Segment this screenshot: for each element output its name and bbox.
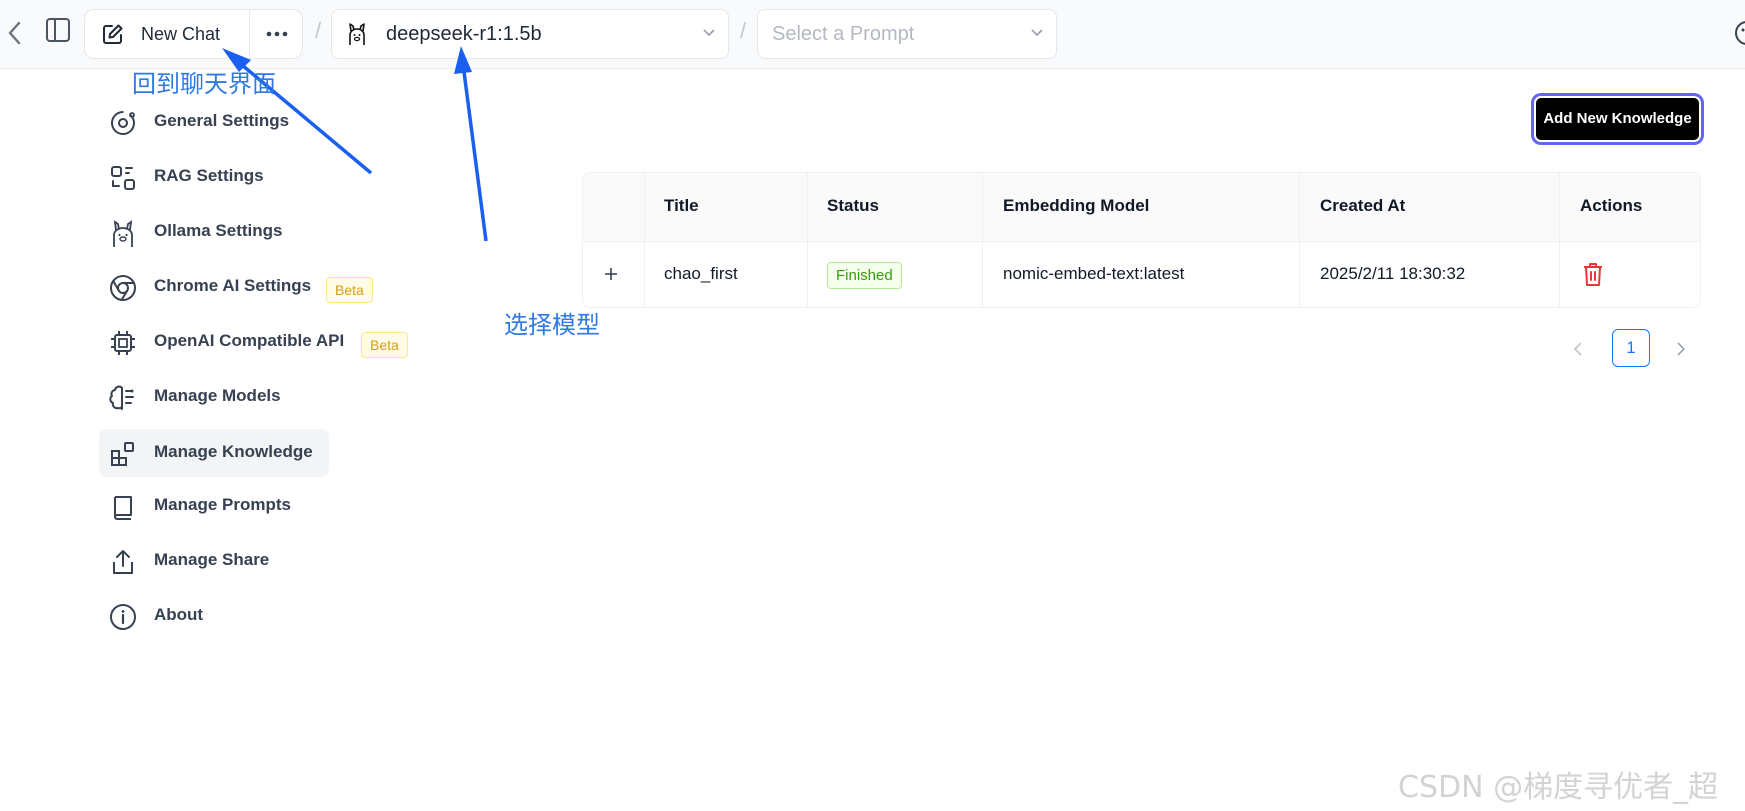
annotation-select-model: 选择模型 bbox=[504, 311, 600, 339]
watermark: CSDN @梯度寻优者_超 bbox=[1398, 770, 1719, 805]
annotation-arrows bbox=[222, 46, 488, 242]
annotation-back-to-chat: 回到聊天界面 bbox=[132, 70, 276, 98]
arrow-to-model-select bbox=[454, 46, 488, 242]
